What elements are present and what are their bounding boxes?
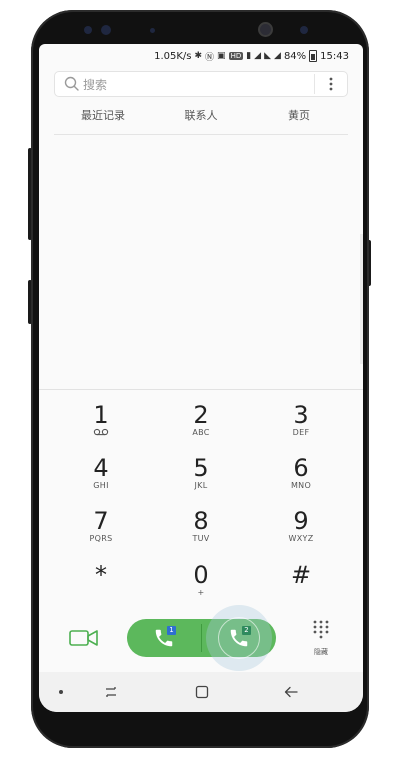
scroll-edge bbox=[360, 234, 363, 364]
key-6[interactable]: 6 MNO bbox=[261, 455, 341, 505]
hide-keypad-button[interactable]: 隐藏 bbox=[305, 619, 337, 659]
empty-content-area bbox=[39, 136, 363, 389]
key-5[interactable]: 5 JKL bbox=[161, 455, 241, 505]
sim-one-icon: ▮ bbox=[246, 51, 252, 61]
key-7[interactable]: 7 PQRS bbox=[61, 508, 141, 558]
key-1[interactable]: 1 bbox=[61, 402, 141, 452]
sim1-badge: 1 bbox=[167, 626, 176, 635]
key-8[interactable]: 8 TUV bbox=[161, 508, 241, 558]
key-digit: 4 bbox=[93, 454, 109, 482]
key-star[interactable]: * bbox=[61, 562, 141, 612]
call-buttons: 1 2 bbox=[127, 605, 276, 671]
nfc-icon: Ⓝ bbox=[205, 52, 215, 63]
clock: 15:43 bbox=[320, 50, 349, 62]
search-input[interactable]: 搜索 bbox=[83, 76, 314, 93]
back-icon[interactable] bbox=[283, 684, 299, 700]
key-hash[interactable]: # bbox=[261, 562, 341, 612]
call-sim2-button[interactable]: 2 bbox=[202, 605, 276, 671]
hide-label: 隐藏 bbox=[314, 648, 328, 656]
tab-bar: 最近记录 联系人 黄页 bbox=[54, 106, 348, 135]
key-letters: ABC bbox=[192, 428, 210, 437]
key-letters: GHI bbox=[93, 481, 109, 490]
key-digit: 5 bbox=[193, 454, 209, 482]
dial-keypad: 1 2 ABC 3 DEF 4 GHI 5 JKL 6 MNO 7 PQRS 8… bbox=[39, 389, 363, 610]
tab-contacts[interactable]: 联系人 bbox=[152, 106, 250, 134]
key-3[interactable]: 3 DEF bbox=[261, 402, 341, 452]
sim2-badge: 2 bbox=[242, 626, 251, 635]
key-letters: TUV bbox=[192, 534, 210, 543]
home-icon[interactable] bbox=[194, 684, 210, 700]
key-digit: # bbox=[290, 561, 312, 589]
front-camera-icon bbox=[260, 24, 271, 35]
key-digit: 6 bbox=[293, 454, 309, 482]
signal-two-icon: ◢ bbox=[274, 51, 281, 61]
wifi-icon: ◣ bbox=[264, 51, 272, 61]
search-icon bbox=[64, 76, 79, 91]
network-speed: 1.05K/s bbox=[154, 50, 192, 62]
key-letters: DEF bbox=[292, 428, 310, 437]
key-digit: 9 bbox=[293, 507, 309, 535]
signal-one-icon: ◢ bbox=[254, 51, 262, 61]
dialpad-icon bbox=[313, 620, 329, 639]
iris-scanner-icon bbox=[101, 25, 111, 35]
key-letters: PQRS bbox=[89, 534, 113, 543]
sensor-icon bbox=[84, 26, 92, 34]
more-vertical-icon[interactable] bbox=[314, 74, 341, 94]
key-letters: + bbox=[197, 588, 205, 597]
sim-card-icon: ▣ bbox=[217, 51, 226, 61]
key-letters: JKL bbox=[194, 481, 208, 490]
tab-yellow-pages[interactable]: 黄页 bbox=[250, 106, 348, 134]
nav-dot-icon[interactable] bbox=[59, 690, 63, 694]
key-digit: 8 bbox=[193, 507, 209, 535]
tab-recents[interactable]: 最近记录 bbox=[54, 106, 152, 134]
screen: 1.05K/s ✱ Ⓝ ▣ HD ▮ ◢ ◣ ◢ 84% 15:43 搜索 最近… bbox=[39, 44, 363, 712]
bluetooth-icon: ✱ bbox=[194, 51, 203, 61]
key-digit: 1 bbox=[93, 401, 109, 429]
call-action-row: 1 2 隐藏 bbox=[39, 605, 363, 671]
proximity-sensor-icon bbox=[150, 28, 155, 33]
search-bar[interactable]: 搜索 bbox=[54, 71, 348, 97]
key-digit: 2 bbox=[193, 401, 209, 429]
key-9[interactable]: 9 WXYZ bbox=[261, 508, 341, 558]
key-2[interactable]: 2 ABC bbox=[161, 402, 241, 452]
iris-camera-icon bbox=[300, 26, 308, 34]
navigation-bar bbox=[39, 672, 363, 712]
hd-voice-badge: HD bbox=[228, 52, 244, 60]
key-digit: 7 bbox=[93, 507, 109, 535]
key-4[interactable]: 4 GHI bbox=[61, 455, 141, 505]
battery-percent: 84% bbox=[283, 50, 307, 62]
voicemail-icon bbox=[93, 428, 109, 436]
call-sim1-button[interactable]: 1 bbox=[127, 619, 201, 657]
key-0[interactable]: 0 + bbox=[161, 562, 241, 612]
video-call-icon[interactable] bbox=[69, 627, 99, 649]
recent-apps-icon[interactable] bbox=[103, 684, 119, 700]
key-digit: 3 bbox=[293, 401, 309, 429]
key-digit: * bbox=[95, 561, 107, 589]
key-letters: MNO bbox=[290, 481, 312, 490]
battery-icon bbox=[309, 50, 318, 62]
key-digit: 0 bbox=[193, 561, 209, 589]
status-bar: 1.05K/s ✱ Ⓝ ▣ HD ▮ ◢ ◣ ◢ 84% 15:43 bbox=[39, 44, 363, 68]
key-letters: WXYZ bbox=[288, 534, 314, 543]
